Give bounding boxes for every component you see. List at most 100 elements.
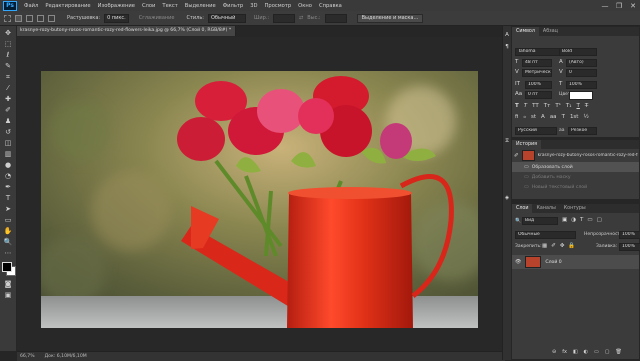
history-brush-icon[interactable]: ↺ xyxy=(4,129,13,136)
discretionary-ligatures-button[interactable]: st xyxy=(531,114,536,120)
filter-adjustment-icon[interactable]: ◑ xyxy=(571,217,576,223)
close-button[interactable]: ✕ xyxy=(626,2,640,10)
menu-filter[interactable]: Фильтр xyxy=(223,3,244,9)
lock-transparent-icon[interactable]: ▦ xyxy=(542,243,547,249)
visibility-eye-icon[interactable]: 👁 xyxy=(515,259,521,265)
fill-input[interactable]: 100% xyxy=(619,243,640,251)
text-color-swatch[interactable] xyxy=(569,91,593,100)
menu-3d[interactable]: 3D xyxy=(250,3,257,9)
zoom-tool-icon[interactable]: 🔍 xyxy=(4,239,13,246)
underline-button[interactable]: T xyxy=(577,103,580,109)
type-tool-icon[interactable]: T xyxy=(4,195,13,202)
new-group-icon[interactable]: ▭ xyxy=(594,349,599,355)
feather-input[interactable]: 0 пикс. xyxy=(104,13,129,23)
menu-type[interactable]: Текст xyxy=(162,3,177,9)
leading-input[interactable]: (Авто) xyxy=(566,59,597,67)
path-select-icon[interactable]: ➤ xyxy=(4,206,13,213)
quick-mask-icon[interactable]: ◙ xyxy=(4,281,13,288)
history-state[interactable]: ▭ Новый текстовый слой xyxy=(512,182,639,192)
quick-select-tool-icon[interactable]: ✎ xyxy=(4,63,13,70)
brush-tool-icon[interactable]: ✐ xyxy=(4,107,13,114)
layer-filter-select[interactable]: Вид xyxy=(522,217,558,225)
width-input[interactable] xyxy=(273,13,296,23)
font-size-input[interactable]: 48 пт xyxy=(522,59,552,67)
document-tab[interactable]: krasnye-rozy-butony-rosos-romantic-rozy-… xyxy=(17,26,236,36)
eraser-tool-icon[interactable]: ◫ xyxy=(4,140,13,147)
lasso-tool-icon[interactable]: ℓ xyxy=(4,52,13,59)
new-selection-icon[interactable] xyxy=(15,14,22,22)
subtract-selection-icon[interactable] xyxy=(37,14,44,22)
superscript-button[interactable]: T¹ xyxy=(555,103,561,109)
shape-tool-icon[interactable]: ▭ xyxy=(4,217,13,224)
titling-alternates-button[interactable]: T xyxy=(562,114,565,120)
menu-file[interactable]: Файл xyxy=(24,3,38,9)
link-layers-icon[interactable]: ⊖ xyxy=(552,349,556,355)
maximize-button[interactable]: ❐ xyxy=(612,2,626,10)
history-state[interactable]: ▭ Добавить маску xyxy=(512,172,639,182)
screen-mode-icon[interactable]: ▣ xyxy=(4,292,13,299)
swash-button[interactable]: A xyxy=(541,114,545,120)
healing-brush-icon[interactable]: ✚ xyxy=(4,96,13,103)
paragraph-panel-icon[interactable]: ¶ xyxy=(503,44,511,50)
menu-window[interactable]: Окно xyxy=(298,3,312,9)
fractions-button[interactable]: ½ xyxy=(583,114,588,120)
strikethrough-button[interactable]: T̶ xyxy=(585,103,588,109)
small-caps-button[interactable]: Tт xyxy=(544,103,551,109)
adjustment-layer-icon[interactable]: ◐ xyxy=(584,349,588,355)
lock-pixels-icon[interactable]: ✐ xyxy=(551,243,556,249)
color-swatches[interactable] xyxy=(1,261,16,276)
more-tools-icon[interactable]: ⋯ xyxy=(4,250,13,257)
baseline-shift-input[interactable]: 0 пт xyxy=(525,91,552,99)
menu-select[interactable]: Выделение xyxy=(185,3,216,9)
lock-position-icon[interactable]: ✥ xyxy=(560,243,565,249)
menu-help[interactable]: Справка xyxy=(319,3,342,9)
add-selection-icon[interactable] xyxy=(26,14,33,22)
tab-character[interactable]: Символ xyxy=(512,27,539,36)
pen-tool-icon[interactable]: ✒ xyxy=(4,184,13,191)
filter-pixel-icon[interactable]: ▣ xyxy=(562,217,567,223)
eyedropper-tool-icon[interactable]: ⁄ xyxy=(4,85,13,92)
menu-view[interactable]: Просмотр xyxy=(265,3,292,9)
delete-layer-icon[interactable]: 🗑 xyxy=(616,349,622,355)
history-snapshot[interactable]: ✐ krasnye-rozy-butony-rosos-romantic-roz… xyxy=(512,149,639,162)
style-select[interactable]: Обычный xyxy=(207,13,246,23)
font-family-select[interactable]: Tahoma xyxy=(515,48,560,56)
contextual-alternates-button[interactable]: ℴ xyxy=(523,114,526,120)
marquee-tool-icon[interactable] xyxy=(4,14,11,22)
tab-layers[interactable]: Слои xyxy=(512,204,533,213)
gradient-tool-icon[interactable]: ▥ xyxy=(4,151,13,158)
tab-channels[interactable]: Каналы xyxy=(532,204,559,213)
tab-paths[interactable]: Контуры xyxy=(560,204,590,213)
horizontal-scale-input[interactable]: 100% xyxy=(566,81,597,89)
all-caps-button[interactable]: TT xyxy=(532,103,539,109)
subscript-button[interactable]: T₁ xyxy=(566,103,572,109)
marquee-tool-icon[interactable]: ⬚ xyxy=(4,41,13,48)
dodge-tool-icon[interactable]: ◔ xyxy=(4,173,13,180)
layers-panel-icon[interactable]: ◈ xyxy=(503,195,511,201)
tab-paragraph[interactable]: Абзац xyxy=(539,27,562,36)
font-style-select[interactable]: Bold xyxy=(559,48,597,56)
new-layer-icon[interactable]: ▢ xyxy=(605,349,610,355)
layer-row[interactable]: 👁 Слой 0 xyxy=(512,255,639,269)
history-brush-source-icon[interactable]: ✐ xyxy=(514,153,519,159)
filter-smart-icon[interactable]: ▢ xyxy=(597,217,602,223)
blend-mode-select[interactable]: Обычные xyxy=(515,231,576,239)
hand-tool-icon[interactable]: ✋ xyxy=(4,228,13,235)
menu-layers[interactable]: Слои xyxy=(142,3,155,9)
filter-type-icon[interactable]: T xyxy=(580,217,583,223)
tab-history[interactable]: История xyxy=(512,140,542,149)
layer-style-icon[interactable]: fx xyxy=(562,349,567,355)
character-panel-icon[interactable]: A xyxy=(503,32,511,38)
lock-all-icon[interactable]: 🔒 xyxy=(568,243,575,249)
intersect-selection-icon[interactable] xyxy=(48,14,55,22)
document-image[interactable] xyxy=(41,71,478,328)
add-mask-icon[interactable]: ◧ xyxy=(573,349,578,355)
menu-edit[interactable]: Редактирование xyxy=(45,3,90,9)
height-input[interactable] xyxy=(324,13,347,23)
foreground-color[interactable] xyxy=(2,262,12,272)
ligatures-button[interactable]: fi xyxy=(515,114,518,120)
menu-image[interactable]: Изображение xyxy=(98,3,135,9)
vertical-scale-input[interactable]: 100% xyxy=(525,81,552,89)
history-panel-icon[interactable]: ⧖ xyxy=(503,138,511,145)
antialias-select[interactable]: Резкое xyxy=(568,127,597,135)
